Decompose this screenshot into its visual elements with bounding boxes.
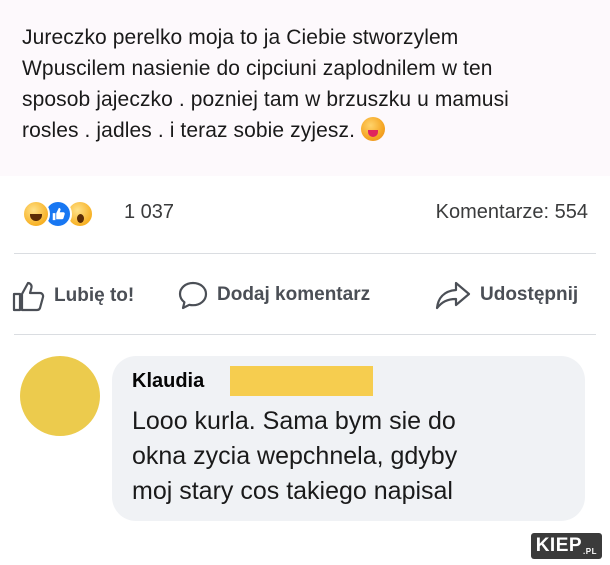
squinting-face-with-tongue-emoji-icon — [361, 117, 386, 141]
reactions-summary: 1 037 Komentarze: 554 — [0, 188, 610, 238]
post-line: sposob jajeczko . pozniej tam w brzuszku… — [22, 88, 509, 111]
comment-line: moj stary cos takiego napisal — [132, 477, 453, 505]
post-line: Jureczko perelko moja to ja Ciebie stwor… — [22, 26, 459, 49]
post-action-bar: Lubię to! Dodaj komentarz Udostępnij — [0, 272, 610, 320]
like-button-label: Lubię to! — [54, 285, 135, 306]
share-arrow-icon — [435, 281, 471, 310]
comment-line: okna zycia wepchnela, gdyby — [132, 442, 458, 470]
site-watermark: KIEP .PL — [530, 533, 602, 559]
comment-bubble: Klaudia Looo kurla. Sama bym sie do okna… — [112, 356, 585, 521]
comments-count-link[interactable]: Komentarze: 554 — [436, 201, 588, 224]
post-line: rosles . jadles . i teraz sobie zyjesz. — [22, 115, 509, 146]
comment-button[interactable]: Dodaj komentarz — [177, 280, 370, 310]
post-text: Jureczko perelko moja to ja Ciebie stwor… — [22, 22, 509, 146]
like-button[interactable]: Lubię to! — [12, 280, 134, 312]
haha-reaction-icon — [22, 200, 50, 228]
comment-author-name[interactable]: Klaudia — [132, 370, 204, 393]
avatar[interactable] — [20, 356, 100, 436]
comment-button-label: Dodaj komentarz — [217, 284, 371, 305]
divider — [14, 253, 596, 254]
reaction-count[interactable]: 1 037 — [124, 201, 174, 224]
post-body: Jureczko perelko moja to ja Ciebie stwor… — [0, 0, 610, 176]
comment-text: Looo kurla. Sama bym sie do okna zycia w… — [132, 404, 457, 509]
post-line: Wpuscilem nasienie do cipciuni zaplodnil… — [22, 57, 493, 80]
share-button[interactable]: Udostępnij — [434, 280, 578, 310]
name-redaction-bar — [230, 366, 373, 396]
speech-bubble-icon — [178, 281, 208, 310]
divider — [14, 334, 596, 335]
thumbs-up-icon — [12, 281, 45, 312]
comment-line: Looo kurla. Sama bym sie do — [132, 407, 456, 435]
share-button-label: Udostępnij — [480, 284, 579, 305]
